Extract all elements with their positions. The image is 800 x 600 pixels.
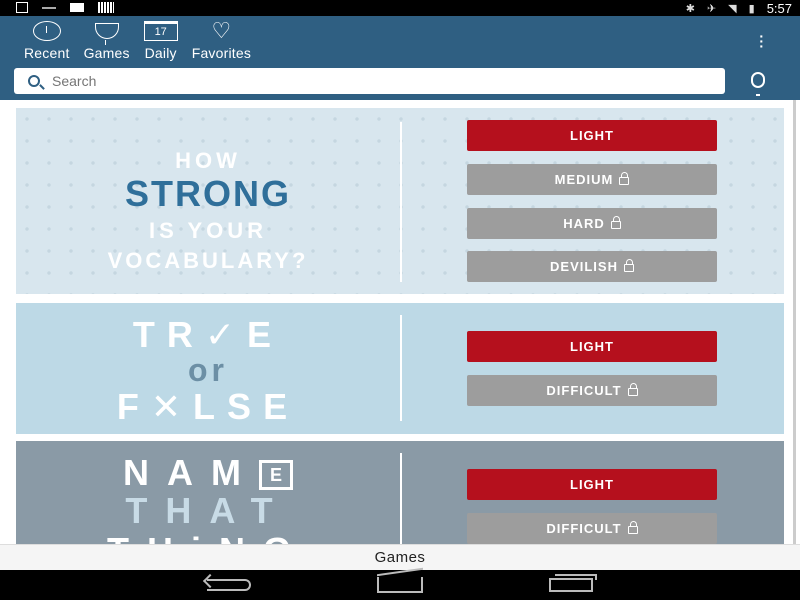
button-label: DIFFICULT — [546, 521, 622, 536]
search-input[interactable] — [52, 73, 652, 89]
title-line: VOCABULARY? — [107, 248, 309, 273]
message-icon — [70, 3, 84, 12]
lock-icon — [627, 382, 638, 396]
microphone-icon[interactable] — [751, 72, 765, 96]
lock-icon — [623, 258, 634, 272]
level-button-light[interactable]: LIGHT — [467, 120, 717, 151]
button-label: DIFFICULT — [546, 383, 622, 398]
overflow-menu-icon[interactable]: · · · — [759, 29, 764, 53]
level-button-medium[interactable]: MEDIUM — [467, 164, 717, 195]
bluetooth-icon: ✱ — [685, 3, 695, 15]
button-label: LIGHT — [570, 128, 614, 143]
tab-recent-label: Recent — [24, 45, 70, 61]
trophy-icon — [94, 23, 119, 45]
level-button-light[interactable]: LIGHT — [467, 469, 717, 500]
book-badge-icon: E — [258, 460, 293, 491]
status-time: 5:57 — [766, 1, 792, 16]
lock-icon — [619, 171, 630, 185]
recent-apps-icon[interactable] — [549, 574, 597, 592]
level-button-devilish[interactable]: DEVILISH — [467, 251, 717, 282]
game-card-true-or-false[interactable]: TR✓E or F✕LSE LIGHT DIFFICULT — [16, 303, 784, 434]
card-divider — [400, 315, 402, 421]
button-label: MEDIUM — [554, 172, 614, 187]
button-label: LIGHT — [570, 477, 614, 492]
system-nav-bar — [0, 570, 800, 600]
tab-favorites[interactable]: ♡ Favorites — [191, 18, 252, 62]
status-bar: ✱ ✈ ◥ ▮ 5:57 — [0, 0, 800, 16]
level-button-hard[interactable]: HARD — [467, 208, 717, 239]
calendar-icon: 17 — [143, 21, 178, 41]
section-label: Games — [0, 544, 800, 570]
title-text: NAM — [123, 452, 259, 493]
title-line: F✕LSE — [116, 386, 300, 427]
button-label: LIGHT — [570, 339, 614, 354]
card-divider — [400, 122, 402, 282]
search-bar — [14, 68, 725, 94]
lock-icon — [627, 520, 638, 534]
mute-icon: ✈ — [706, 3, 717, 15]
button-label: HARD — [563, 216, 605, 231]
nav-tabs: Recent Games 17 Daily ♡ Favorites — [24, 18, 252, 62]
game-title-name-that-thing: NAME THAT THiNG — [16, 441, 400, 544]
games-list[interactable]: HOW STRONG IS YOUR VOCABULARY? LIGHT MED… — [0, 100, 800, 544]
game-card-name-that-thing[interactable]: NAME THAT THiNG LIGHT DIFFICULT — [16, 441, 784, 544]
title-line: HOW — [175, 148, 241, 173]
notification-icon — [42, 6, 56, 13]
tab-games-label: Games — [83, 45, 130, 61]
title-line: THAT — [125, 490, 291, 531]
scrollbar[interactable] — [793, 100, 796, 544]
download-icon — [16, 2, 28, 13]
battery-icon: ▮ — [748, 3, 755, 15]
tab-games[interactable]: Games — [84, 20, 130, 61]
tab-daily[interactable]: 17 Daily — [143, 20, 178, 61]
title-line: IS YOUR — [148, 218, 268, 243]
game-title-true-or-false: TR✓E or F✕LSE — [16, 303, 400, 427]
tab-recent[interactable]: Recent — [24, 20, 70, 61]
button-label: DEVILISH — [550, 259, 618, 274]
title-line: THiNG — [16, 531, 400, 545]
level-button-difficult[interactable]: DIFFICULT — [467, 375, 717, 406]
title-line: TR✓E — [132, 314, 284, 355]
app-bar: Recent Games 17 Daily ♡ Favorites · · · — [0, 16, 800, 100]
wifi-icon: ◥ — [728, 3, 737, 15]
level-button-difficult[interactable]: DIFFICULT — [467, 513, 717, 544]
home-icon[interactable] — [377, 577, 423, 593]
title-line: STRONG — [124, 173, 291, 214]
barcode-icon — [98, 2, 114, 13]
level-button-light[interactable]: LIGHT — [467, 331, 717, 362]
title-line: NAM E — [16, 455, 400, 491]
tab-favorites-label: Favorites — [191, 45, 252, 61]
game-title-vocabulary: HOW STRONG IS YOUR VOCABULARY? — [16, 108, 400, 274]
clock-icon — [32, 21, 61, 41]
title-line: or — [188, 352, 228, 388]
heart-icon: ♡ — [211, 18, 232, 43]
lock-icon — [610, 215, 621, 229]
search-icon — [28, 75, 40, 87]
card-divider — [400, 453, 402, 544]
back-icon[interactable] — [207, 579, 251, 591]
game-card-vocabulary[interactable]: HOW STRONG IS YOUR VOCABULARY? LIGHT MED… — [16, 108, 784, 294]
tab-daily-label: Daily — [144, 45, 177, 61]
